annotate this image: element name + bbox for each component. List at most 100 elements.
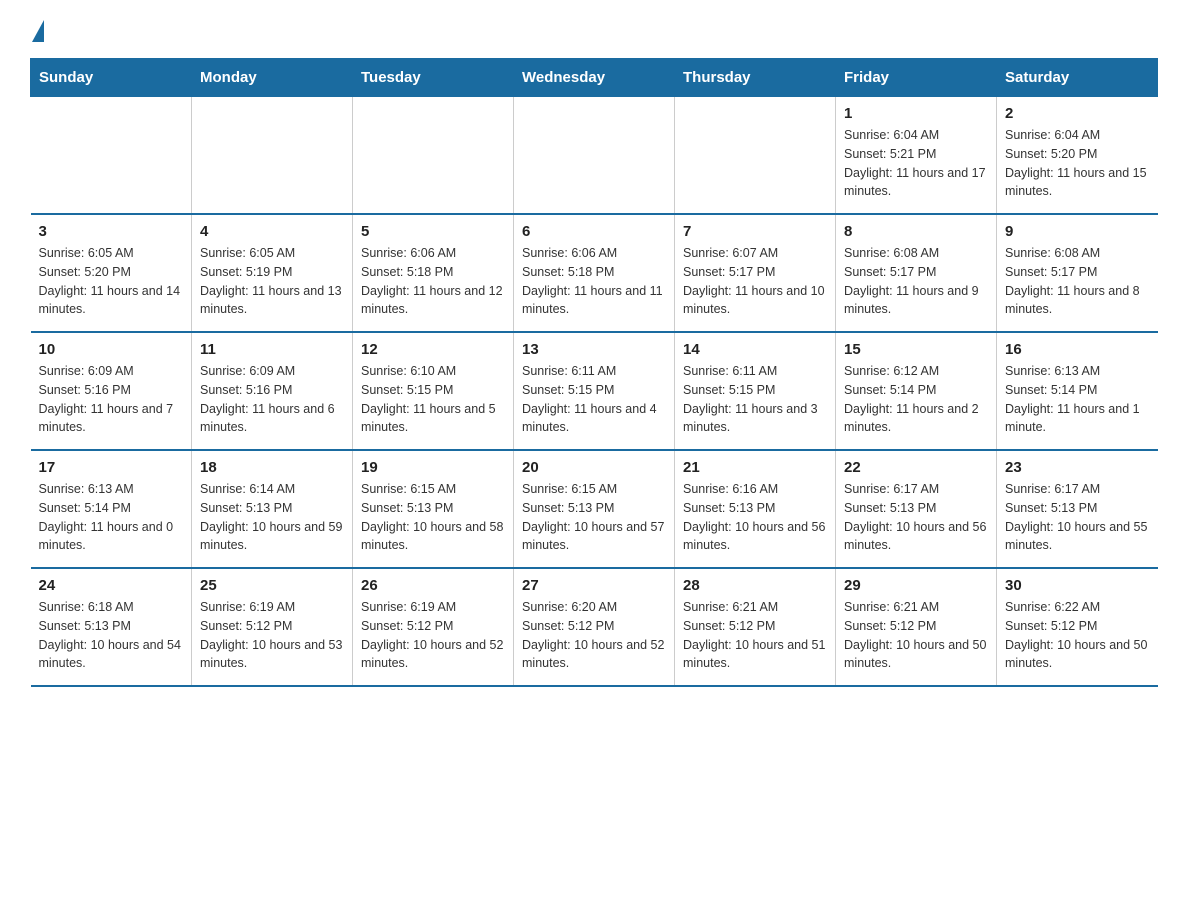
day-cell: 25 Sunrise: 6:19 AM Sunset: 5:12 PM Dayli… [192,568,353,686]
day-number: 20 [522,459,666,476]
day-info: Sunrise: 6:15 AM Sunset: 5:13 PM Dayligh… [361,480,505,555]
day-cell [192,97,353,215]
day-number: 24 [39,577,184,594]
day-cell: 20Sunrise: 6:15 AM Sunset: 5:13 PM Dayli… [514,450,675,568]
day-info: Sunrise: 6:17 AM Sunset: 5:13 PM Dayligh… [1005,480,1150,555]
day-cell: 16 Sunrise: 6:13 AM Sunset: 5:14 PM Dayli… [997,332,1158,450]
day-cell [675,97,836,215]
day-cell: 22 Sunrise: 6:17 AM Sunset: 5:13 PM Dayli… [836,450,997,568]
weekday-header-tuesday: Tuesday [353,59,514,97]
weekday-header-friday: Friday [836,59,997,97]
day-number: 16 [1005,341,1150,358]
weekday-header-thursday: Thursday [675,59,836,97]
day-info: Sunrise: 6:05 AM Sunset: 5:20 PM Dayligh… [39,244,184,319]
day-cell: 8 Sunrise: 6:08 AM Sunset: 5:17 PM Daylig… [836,214,997,332]
day-cell: 23 Sunrise: 6:17 AM Sunset: 5:13 PM Dayli… [997,450,1158,568]
day-number: 19 [361,459,505,476]
day-info: Sunrise: 6:19 AM Sunset: 5:12 PM Dayligh… [361,598,505,673]
day-info: Sunrise: 6:04 AM Sunset: 5:20 PM Dayligh… [1005,126,1150,201]
day-cell: 18Sunrise: 6:14 AM Sunset: 5:13 PM Dayli… [192,450,353,568]
day-number: 2 [1005,105,1150,122]
day-info: Sunrise: 6:16 AM Sunset: 5:13 PM Dayligh… [683,480,827,555]
day-number: 7 [683,223,827,240]
day-number: 5 [361,223,505,240]
day-number: 15 [844,341,988,358]
day-cell: 1Sunrise: 6:04 AM Sunset: 5:21 PM Daylig… [836,97,997,215]
day-number: 4 [200,223,344,240]
logo-triangle-icon [32,20,44,42]
day-number: 14 [683,341,827,358]
weekday-header-saturday: Saturday [997,59,1158,97]
day-cell: 5Sunrise: 6:06 AM Sunset: 5:18 PM Daylig… [353,214,514,332]
weekday-header-monday: Monday [192,59,353,97]
day-number: 12 [361,341,505,358]
day-number: 17 [39,459,184,476]
day-cell: 6 Sunrise: 6:06 AM Sunset: 5:18 PM Daylig… [514,214,675,332]
day-number: 28 [683,577,827,594]
day-number: 9 [1005,223,1150,240]
day-cell: 12 Sunrise: 6:10 AM Sunset: 5:15 PM Dayli… [353,332,514,450]
day-info: Sunrise: 6:06 AM Sunset: 5:18 PM Dayligh… [522,244,666,319]
day-cell: 17 Sunrise: 6:13 AM Sunset: 5:14 PM Dayli… [31,450,192,568]
week-row-5: 24 Sunrise: 6:18 AM Sunset: 5:13 PM Dayli… [31,568,1158,686]
day-cell: 21Sunrise: 6:16 AM Sunset: 5:13 PM Dayli… [675,450,836,568]
day-number: 13 [522,341,666,358]
day-number: 6 [522,223,666,240]
day-info: Sunrise: 6:21 AM Sunset: 5:12 PM Dayligh… [683,598,827,673]
day-cell [514,97,675,215]
weekday-header-sunday: Sunday [31,59,192,97]
day-cell: 10 Sunrise: 6:09 AM Sunset: 5:16 PM Dayli… [31,332,192,450]
day-info: Sunrise: 6:20 AM Sunset: 5:12 PM Dayligh… [522,598,666,673]
day-cell: 28 Sunrise: 6:21 AM Sunset: 5:12 PM Dayli… [675,568,836,686]
day-cell: 4Sunrise: 6:05 AM Sunset: 5:19 PM Daylig… [192,214,353,332]
day-info: Sunrise: 6:17 AM Sunset: 5:13 PM Dayligh… [844,480,988,555]
day-info: Sunrise: 6:08 AM Sunset: 5:17 PM Dayligh… [844,244,988,319]
day-cell: 29 Sunrise: 6:21 AM Sunset: 5:12 PM Dayli… [836,568,997,686]
day-number: 11 [200,341,344,358]
day-info: Sunrise: 6:21 AM Sunset: 5:12 PM Dayligh… [844,598,988,673]
weekday-header-wednesday: Wednesday [514,59,675,97]
day-number: 3 [39,223,184,240]
day-cell: 11Sunrise: 6:09 AM Sunset: 5:16 PM Dayli… [192,332,353,450]
day-cell [353,97,514,215]
day-number: 27 [522,577,666,594]
day-info: Sunrise: 6:04 AM Sunset: 5:21 PM Dayligh… [844,126,988,201]
day-number: 22 [844,459,988,476]
day-number: 10 [39,341,184,358]
day-info: Sunrise: 6:13 AM Sunset: 5:14 PM Dayligh… [1005,362,1150,437]
logo [30,20,44,38]
week-row-3: 10 Sunrise: 6:09 AM Sunset: 5:16 PM Dayli… [31,332,1158,450]
day-info: Sunrise: 6:13 AM Sunset: 5:14 PM Dayligh… [39,480,184,555]
day-cell: 26 Sunrise: 6:19 AM Sunset: 5:12 PM Dayli… [353,568,514,686]
calendar-table: SundayMondayTuesdayWednesdayThursdayFrid… [30,58,1158,687]
week-row-2: 3 Sunrise: 6:05 AM Sunset: 5:20 PM Daylig… [31,214,1158,332]
day-number: 29 [844,577,988,594]
day-info: Sunrise: 6:14 AM Sunset: 5:13 PM Dayligh… [200,480,344,555]
day-cell: 27 Sunrise: 6:20 AM Sunset: 5:12 PM Dayli… [514,568,675,686]
day-cell: 24 Sunrise: 6:18 AM Sunset: 5:13 PM Dayli… [31,568,192,686]
day-cell: 19 Sunrise: 6:15 AM Sunset: 5:13 PM Dayli… [353,450,514,568]
day-info: Sunrise: 6:08 AM Sunset: 5:17 PM Dayligh… [1005,244,1150,319]
day-number: 23 [1005,459,1150,476]
day-number: 8 [844,223,988,240]
day-cell: 15 Sunrise: 6:12 AM Sunset: 5:14 PM Dayli… [836,332,997,450]
week-row-1: 1Sunrise: 6:04 AM Sunset: 5:21 PM Daylig… [31,97,1158,215]
day-number: 25 [200,577,344,594]
day-cell: 14 Sunrise: 6:11 AM Sunset: 5:15 PM Dayli… [675,332,836,450]
day-cell: 3 Sunrise: 6:05 AM Sunset: 5:20 PM Daylig… [31,214,192,332]
day-number: 26 [361,577,505,594]
weekday-header-row: SundayMondayTuesdayWednesdayThursdayFrid… [31,59,1158,97]
day-info: Sunrise: 6:19 AM Sunset: 5:12 PM Dayligh… [200,598,344,673]
day-cell: 7Sunrise: 6:07 AM Sunset: 5:17 PM Daylig… [675,214,836,332]
page-header [30,20,1158,38]
day-info: Sunrise: 6:22 AM Sunset: 5:12 PM Dayligh… [1005,598,1150,673]
day-info: Sunrise: 6:09 AM Sunset: 5:16 PM Dayligh… [39,362,184,437]
week-row-4: 17 Sunrise: 6:13 AM Sunset: 5:14 PM Dayli… [31,450,1158,568]
day-info: Sunrise: 6:11 AM Sunset: 5:15 PM Dayligh… [522,362,666,437]
day-cell: 2 Sunrise: 6:04 AM Sunset: 5:20 PM Daylig… [997,97,1158,215]
day-info: Sunrise: 6:18 AM Sunset: 5:13 PM Dayligh… [39,598,184,673]
day-info: Sunrise: 6:12 AM Sunset: 5:14 PM Dayligh… [844,362,988,437]
day-info: Sunrise: 6:11 AM Sunset: 5:15 PM Dayligh… [683,362,827,437]
day-cell: 13 Sunrise: 6:11 AM Sunset: 5:15 PM Dayli… [514,332,675,450]
day-info: Sunrise: 6:10 AM Sunset: 5:15 PM Dayligh… [361,362,505,437]
